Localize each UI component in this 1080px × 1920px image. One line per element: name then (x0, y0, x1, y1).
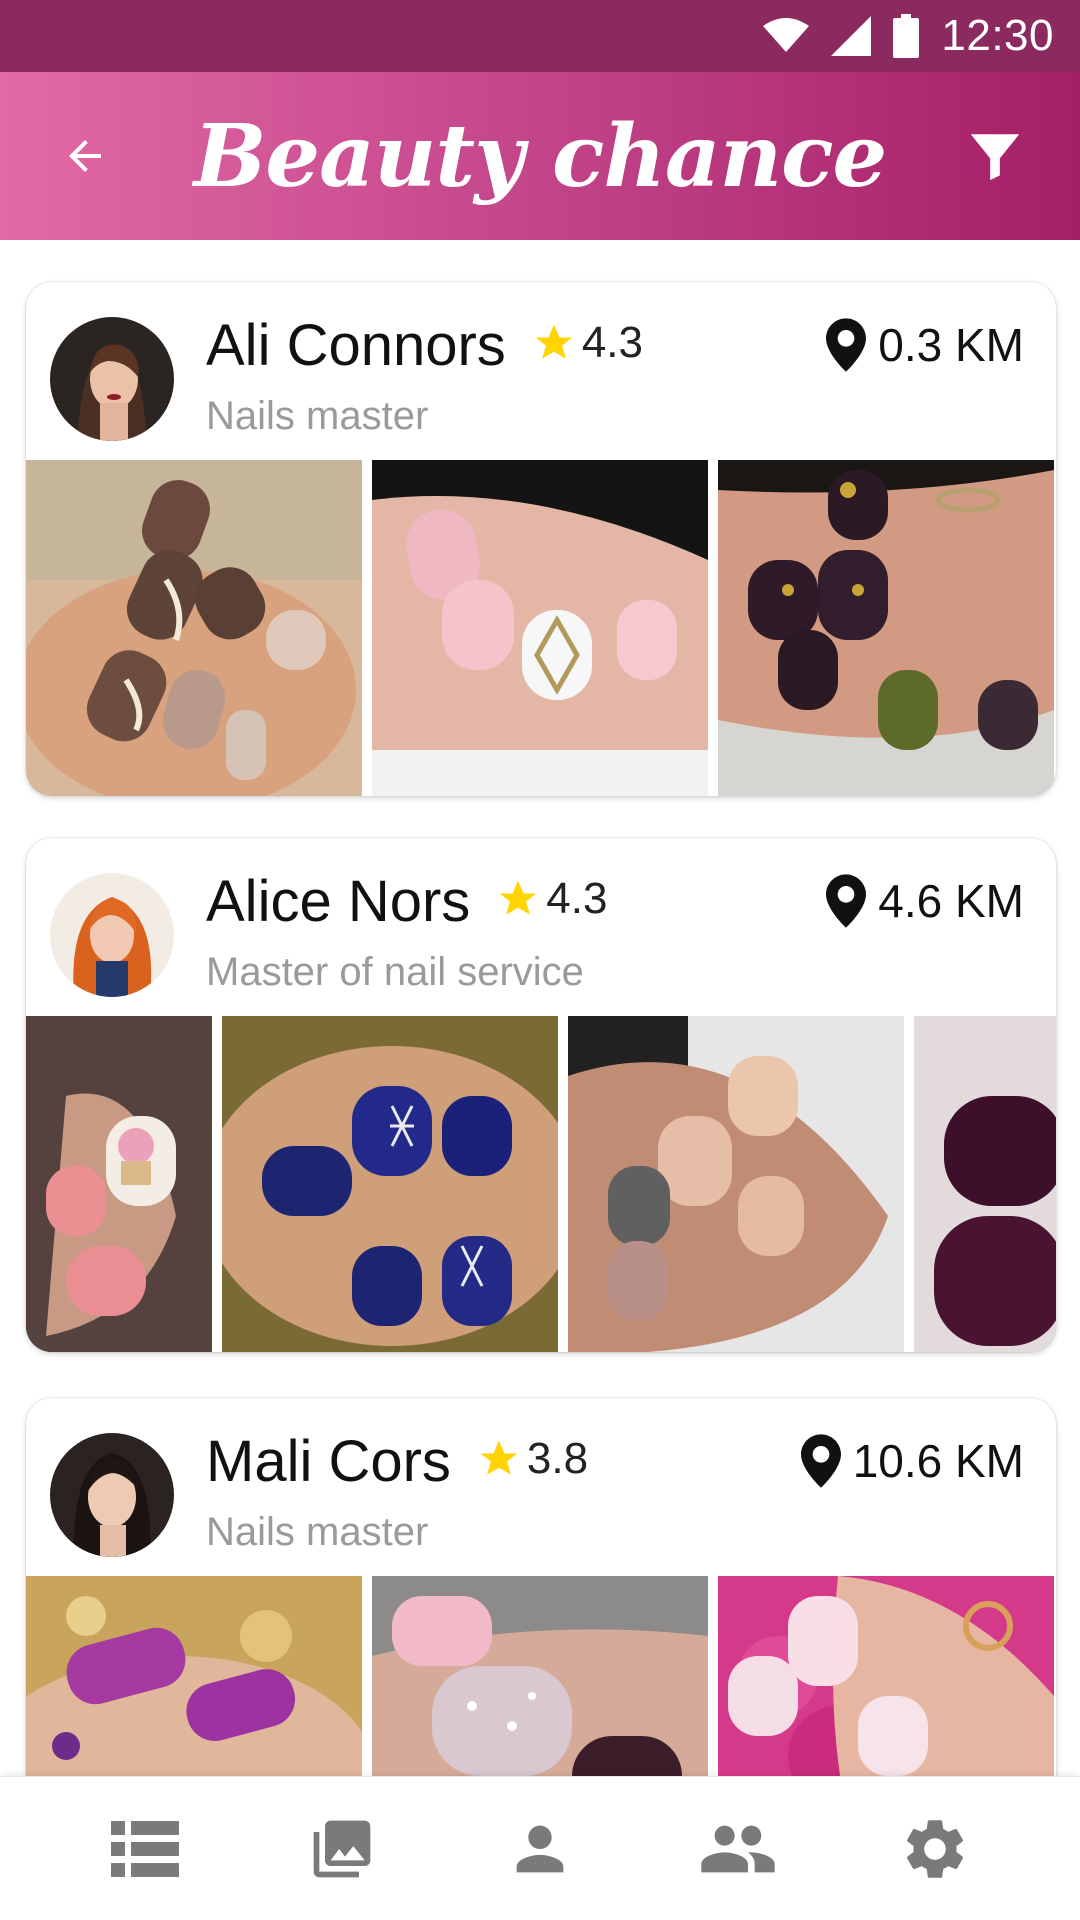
star-icon (499, 880, 537, 915)
list-icon (110, 1820, 179, 1877)
filter-icon (970, 134, 1020, 181)
card-header: Ali Connors 4.3 Nails master 0.3 KM (26, 282, 1056, 460)
nail-photo[interactable] (718, 460, 1054, 796)
battery-icon (893, 14, 920, 58)
arrow-back-icon (69, 140, 101, 172)
bottom-nav (0, 1776, 1080, 1920)
nail-photo[interactable] (26, 1016, 212, 1352)
master-name: Alice Nors 4.3 (206, 868, 607, 935)
distance-value: 0.3 KM (878, 319, 1024, 371)
master-role: Master of nail service (206, 950, 584, 994)
nail-photo[interactable] (568, 1016, 904, 1352)
distance: 4.6 KM (826, 874, 1024, 928)
nav-settings[interactable] (890, 1804, 980, 1894)
filter-button[interactable] (960, 121, 1030, 191)
rating: 4.3 (496, 874, 607, 924)
nail-photo[interactable] (372, 1576, 708, 1776)
app-bar: Beauty chance (0, 72, 1080, 240)
master-name: Ali Connors 4.3 (206, 312, 643, 379)
nail-photo[interactable] (26, 460, 362, 796)
status-bar: 12:30 (0, 0, 1080, 72)
masters-feed[interactable]: Ali Connors 4.3 Nails master 0.3 KM Alic… (0, 240, 1080, 1776)
master-role: Nails master (206, 394, 429, 438)
avatar[interactable] (50, 873, 174, 997)
status-time: 12:30 (941, 11, 1054, 60)
star-icon (535, 324, 573, 359)
rating-value: 4.3 (581, 318, 643, 367)
people-icon (700, 1825, 775, 1872)
photo-strip[interactable] (26, 1016, 1056, 1352)
master-name-text: Ali Connors (206, 313, 506, 378)
card-header: Alice Nors 4.3 Master of nail service 4.6… (26, 838, 1056, 1016)
photo-strip[interactable] (26, 1576, 1056, 1776)
location-pin-icon (826, 874, 867, 928)
person-icon (516, 1825, 564, 1872)
rating: 3.8 (477, 1434, 588, 1484)
nav-gallery[interactable] (297, 1804, 387, 1894)
master-card[interactable]: Alice Nors 4.3 Master of nail service 4.6… (26, 838, 1056, 1352)
location-pin-icon (826, 318, 867, 372)
back-button[interactable] (50, 121, 120, 191)
nail-photo[interactable] (222, 1016, 558, 1352)
gallery-icon (314, 1820, 371, 1877)
rating: 4.3 (532, 318, 643, 368)
location-pin-icon (800, 1434, 841, 1488)
master-name: Mali Cors 3.8 (206, 1428, 588, 1495)
nail-photo[interactable] (718, 1576, 1054, 1776)
master-name-text: Alice Nors (206, 869, 471, 934)
distance-value: 10.6 KM (852, 1435, 1024, 1487)
card-header: Mali Cors 3.8 Nails master 10.6 KM (26, 1398, 1056, 1576)
photo-strip[interactable] (26, 460, 1056, 796)
master-card[interactable]: Ali Connors 4.3 Nails master 0.3 KM (26, 282, 1056, 796)
nail-photo[interactable] (372, 460, 708, 796)
nail-photo[interactable] (914, 1016, 1056, 1352)
distance: 0.3 KM (826, 318, 1024, 372)
settings-icon (907, 1819, 964, 1878)
app-title: Beauty chance (193, 105, 888, 207)
master-card[interactable]: Mali Cors 3.8 Nails master 10.6 KM (26, 1398, 1056, 1776)
nav-profile[interactable] (495, 1804, 585, 1894)
nav-people[interactable] (693, 1804, 783, 1894)
distance: 10.6 KM (800, 1434, 1024, 1488)
star-icon (480, 1440, 518, 1475)
nail-photo[interactable] (26, 1576, 362, 1776)
rating-value: 4.3 (546, 874, 608, 923)
nav-list[interactable] (100, 1804, 190, 1894)
avatar[interactable] (50, 317, 174, 441)
cell-signal-icon (831, 16, 872, 56)
distance-value: 4.6 KM (878, 875, 1024, 927)
master-name-text: Mali Cors (206, 1429, 451, 1494)
master-role: Nails master (206, 1510, 429, 1554)
avatar[interactable] (50, 1433, 174, 1557)
wifi-icon (763, 18, 810, 52)
rating-value: 3.8 (526, 1434, 589, 1483)
